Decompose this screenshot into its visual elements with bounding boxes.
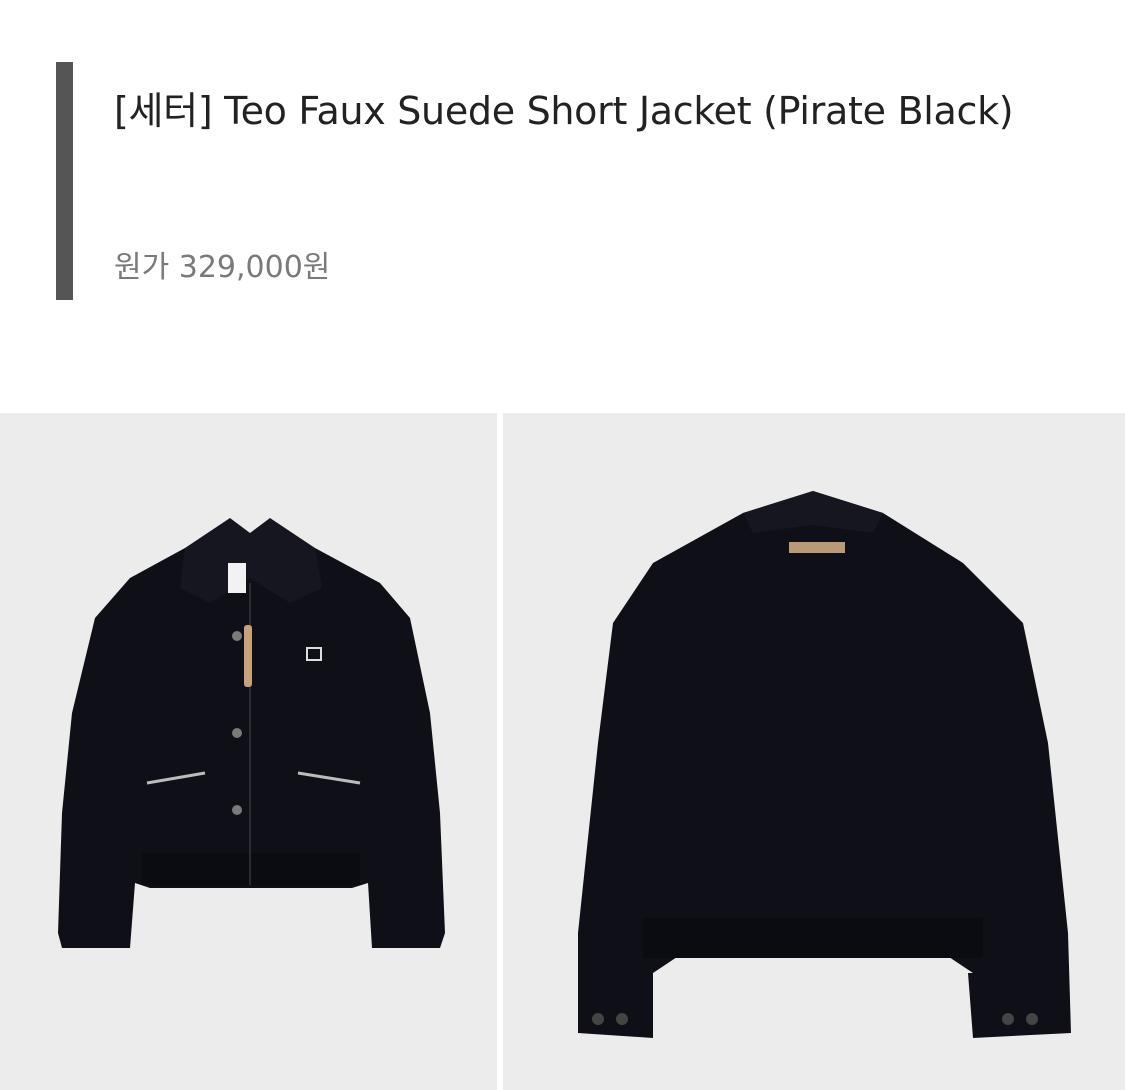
product-gallery <box>0 413 1125 1090</box>
price-label: 원가 <box>114 250 170 285</box>
jacket-front-image[interactable] <box>0 413 497 1090</box>
accent-bar <box>56 62 73 300</box>
product-title: [세터] Teo Faux Suede Short Jacket (Pirate… <box>114 89 1014 133</box>
price-value: 329,000원 <box>178 250 331 285</box>
product-header: [세터] Teo Faux Suede Short Jacket (Pirate… <box>56 62 1056 302</box>
product-price: 원가 329,000원 <box>114 248 330 288</box>
jacket-back-image[interactable] <box>503 413 1125 1090</box>
